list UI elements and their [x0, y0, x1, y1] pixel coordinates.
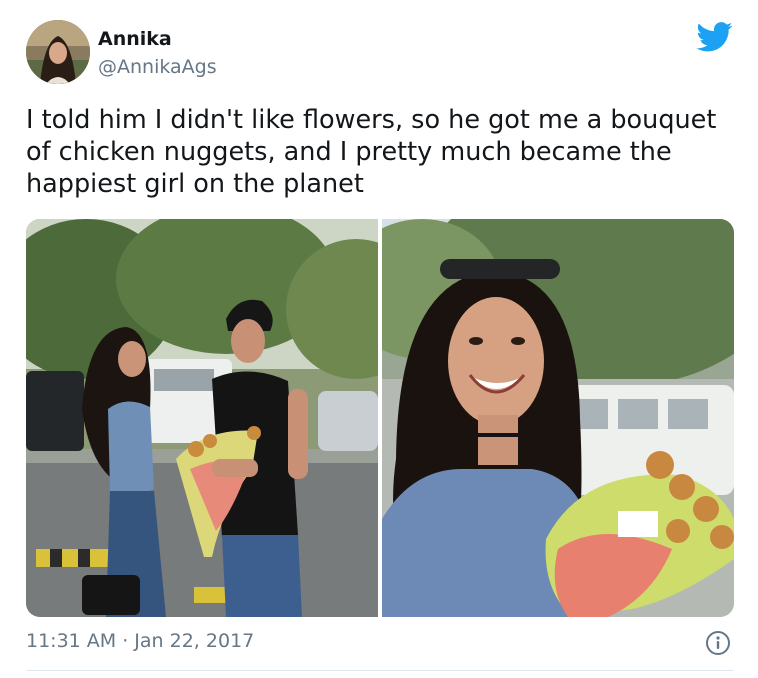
- tweet-text: I told him I didn't like flowers, so he …: [26, 105, 717, 199]
- bottom-divider: [26, 670, 734, 671]
- avatar[interactable]: [26, 20, 90, 84]
- author-handle[interactable]: @AnnikaAgs: [98, 56, 217, 78]
- tweet-card: Annika @AnnikaAgs I told him I didn't li…: [0, 0, 758, 678]
- couple-with-nugget-bouquet-photo[interactable]: [26, 219, 378, 617]
- smiling-girl-with-nugget-bouquet-photo[interactable]: [382, 219, 734, 617]
- tweet-media[interactable]: [26, 219, 734, 617]
- tweet-timestamp[interactable]: 11:31 AM · Jan 22, 2017: [26, 630, 254, 652]
- info-icon[interactable]: [705, 630, 731, 656]
- author-display-name[interactable]: Annika: [98, 28, 172, 50]
- twitter-bird-icon[interactable]: [696, 22, 733, 52]
